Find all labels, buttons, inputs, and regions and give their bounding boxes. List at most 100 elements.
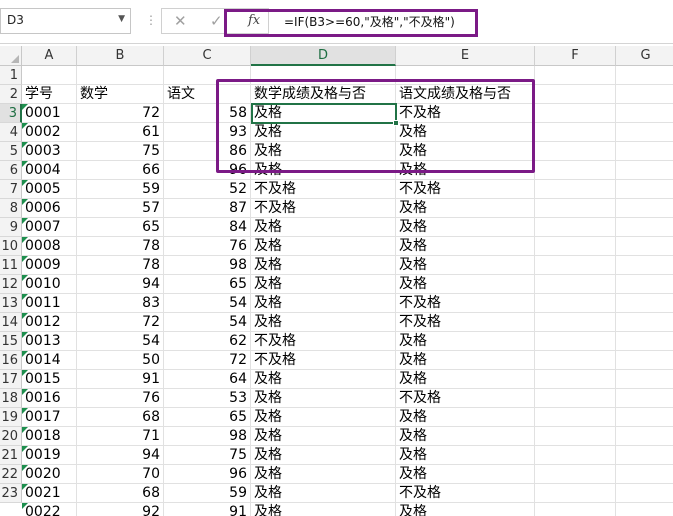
cell-g16[interactable]	[616, 351, 673, 370]
cell-a16[interactable]: 0014	[22, 351, 77, 370]
cell-f20[interactable]	[535, 427, 616, 446]
cell-f6[interactable]	[535, 161, 616, 180]
cell-b5[interactable]: 75	[77, 142, 164, 161]
cell-b2[interactable]: 数学	[77, 85, 164, 104]
cell-f4[interactable]	[535, 123, 616, 142]
cell-a23[interactable]: 0021	[22, 484, 77, 503]
cancel-icon[interactable]: ✕	[174, 12, 187, 30]
row-header-6[interactable]: 6	[0, 161, 22, 180]
cell-f11[interactable]	[535, 256, 616, 275]
cell-g8[interactable]	[616, 199, 673, 218]
row-header-22[interactable]: 22	[0, 465, 22, 484]
cell-c17[interactable]: 64	[164, 370, 251, 389]
cell-b11[interactable]: 78	[77, 256, 164, 275]
cell-f9[interactable]	[535, 218, 616, 237]
cell-f7[interactable]	[535, 180, 616, 199]
row-header-13[interactable]: 13	[0, 294, 22, 313]
row-header-15[interactable]: 15	[0, 332, 22, 351]
cell-a11[interactable]: 0009	[22, 256, 77, 275]
row-header-1[interactable]: 1	[0, 66, 22, 85]
cell-c21[interactable]: 75	[164, 446, 251, 465]
cell-b3[interactable]: 72	[77, 104, 164, 123]
cell-g15[interactable]	[616, 332, 673, 351]
cell-a7[interactable]: 0005	[22, 180, 77, 199]
row-header-4[interactable]: 4	[0, 123, 22, 142]
cell-d7[interactable]: 不及格	[251, 180, 396, 199]
cell-g13[interactable]	[616, 294, 673, 313]
column-header-e[interactable]: E	[396, 46, 535, 66]
cell-a8[interactable]: 0006	[22, 199, 77, 218]
cell-b19[interactable]: 68	[77, 408, 164, 427]
row-header-19[interactable]: 19	[0, 408, 22, 427]
cell-g19[interactable]	[616, 408, 673, 427]
cell-a22[interactable]: 0020	[22, 465, 77, 484]
cell-f22[interactable]	[535, 465, 616, 484]
cell-g9[interactable]	[616, 218, 673, 237]
formula-input[interactable]: =IF(B3>=60,"及格","不及格")	[270, 8, 673, 34]
cell-a12[interactable]: 0010	[22, 275, 77, 294]
cell-f17[interactable]	[535, 370, 616, 389]
row-header-12[interactable]: 12	[0, 275, 22, 294]
cell-g24[interactable]	[616, 503, 673, 516]
cell-d23[interactable]: 及格	[251, 484, 396, 503]
cell-c1[interactable]	[164, 66, 251, 85]
cell-a6[interactable]: 0004	[22, 161, 77, 180]
cell-d14[interactable]: 及格	[251, 313, 396, 332]
cell-e6[interactable]: 及格	[396, 161, 535, 180]
cell-f3[interactable]	[535, 104, 616, 123]
cell-a5[interactable]: 0003	[22, 142, 77, 161]
cell-b9[interactable]: 65	[77, 218, 164, 237]
cell-c15[interactable]: 62	[164, 332, 251, 351]
column-header-b[interactable]: B	[77, 46, 164, 66]
cell-a20[interactable]: 0018	[22, 427, 77, 446]
column-header-d[interactable]: D	[251, 46, 396, 66]
cell-e4[interactable]: 及格	[396, 123, 535, 142]
cell-e9[interactable]: 及格	[396, 218, 535, 237]
cell-f1[interactable]	[535, 66, 616, 85]
row-header-14[interactable]: 14	[0, 313, 22, 332]
cell-b20[interactable]: 71	[77, 427, 164, 446]
cell-c2[interactable]: 语文	[164, 85, 251, 104]
cell-g2[interactable]	[616, 85, 673, 104]
cell-b24[interactable]: 92	[77, 503, 164, 516]
cell-e7[interactable]: 不及格	[396, 180, 535, 199]
cell-e19[interactable]: 及格	[396, 408, 535, 427]
row-header-5[interactable]: 5	[0, 142, 22, 161]
cell-c24[interactable]: 91	[164, 503, 251, 516]
cell-d9[interactable]: 及格	[251, 218, 396, 237]
cell-b15[interactable]: 54	[77, 332, 164, 351]
cell-d10[interactable]: 及格	[251, 237, 396, 256]
cell-b10[interactable]: 78	[77, 237, 164, 256]
cell-d17[interactable]: 及格	[251, 370, 396, 389]
cell-a13[interactable]: 0011	[22, 294, 77, 313]
cell-d13[interactable]: 及格	[251, 294, 396, 313]
cell-d24[interactable]: 及格	[251, 503, 396, 516]
cell-c14[interactable]: 54	[164, 313, 251, 332]
cell-f21[interactable]	[535, 446, 616, 465]
insert-function-icon[interactable]: fx	[248, 13, 260, 28]
cell-b4[interactable]: 61	[77, 123, 164, 142]
select-all-corner[interactable]	[0, 46, 22, 66]
cell-d20[interactable]: 及格	[251, 427, 396, 446]
cell-e3[interactable]: 不及格	[396, 104, 535, 123]
cell-e11[interactable]: 及格	[396, 256, 535, 275]
cell-g18[interactable]	[616, 389, 673, 408]
cell-e8[interactable]: 及格	[396, 199, 535, 218]
cell-g17[interactable]	[616, 370, 673, 389]
cell-c22[interactable]: 96	[164, 465, 251, 484]
row-header-20[interactable]: 20	[0, 427, 22, 446]
cell-f13[interactable]	[535, 294, 616, 313]
cell-c11[interactable]: 98	[164, 256, 251, 275]
cell-d6[interactable]: 及格	[251, 161, 396, 180]
cell-d1[interactable]	[251, 66, 396, 85]
cell-b12[interactable]: 94	[77, 275, 164, 294]
cell-e23[interactable]: 不及格	[396, 484, 535, 503]
cell-c5[interactable]: 86	[164, 142, 251, 161]
column-header-a[interactable]: A	[22, 46, 77, 66]
cell-g12[interactable]	[616, 275, 673, 294]
cell-a10[interactable]: 0008	[22, 237, 77, 256]
cell-c16[interactable]: 72	[164, 351, 251, 370]
cell-f23[interactable]	[535, 484, 616, 503]
cell-g1[interactable]	[616, 66, 673, 85]
column-header-g[interactable]: G	[616, 46, 673, 66]
